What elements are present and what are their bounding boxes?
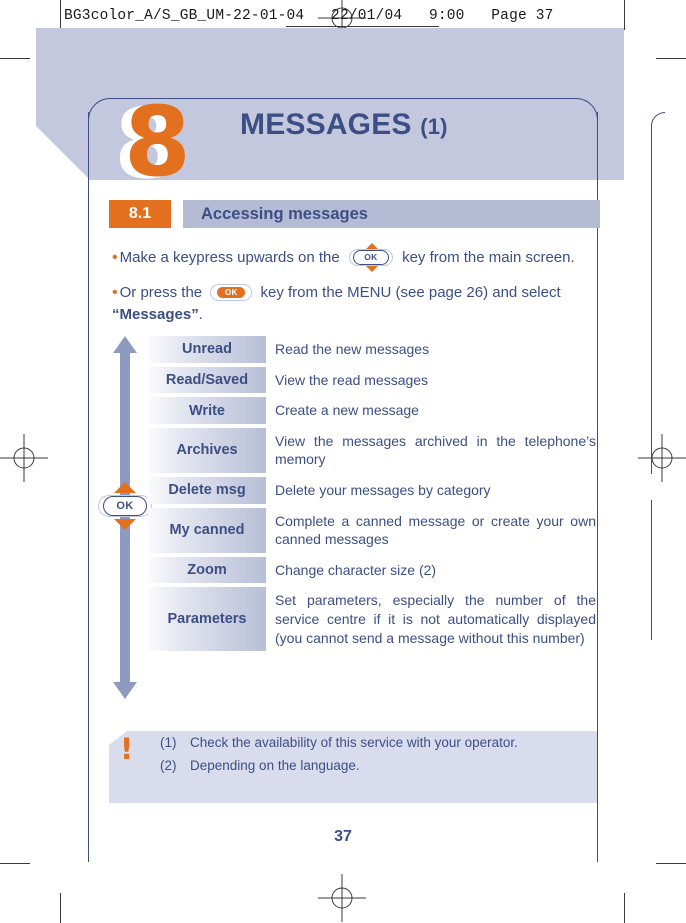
ok-navigation-key-icon[interactable]: OK — [348, 243, 393, 272]
menu-item-label: Parameters — [148, 587, 266, 652]
ok-select-key-icon[interactable]: OK — [98, 482, 152, 530]
nav-triangle-up-icon — [114, 482, 136, 493]
nav-triangle-down-icon — [114, 519, 136, 530]
footnote-number: (2) — [160, 757, 177, 773]
menu-item-description: Read the new messages — [275, 341, 430, 357]
menu-item-description: Complete a canned message or create your… — [266, 508, 596, 553]
menu-item-label: Zoom — [148, 556, 266, 584]
warning-exclamation-icon: ! — [120, 732, 134, 766]
crop-line-left-bottom — [0, 863, 30, 864]
menu-item-label: Read/Saved — [148, 366, 266, 394]
table-row[interactable]: Archives View the messages archived in t… — [148, 427, 596, 474]
chapter-title-text: MESSAGES — [240, 108, 412, 141]
page-frame-left-rule — [88, 112, 89, 862]
list-item: (1) Check the availability of this servi… — [160, 734, 585, 752]
page-frame-outer-right-cap — [651, 112, 665, 126]
crop-line-right-bottom — [656, 863, 686, 864]
footnote-number: (1) — [160, 735, 177, 750]
instruction-bullet-1-post: key from the main screen. — [402, 249, 575, 266]
page-title: MESSAGES (1) — [240, 108, 448, 142]
instruction-bullet-1-pre: Make a keypress upwards on the — [119, 249, 340, 266]
table-row[interactable]: Delete msg Delete your messages by categ… — [148, 477, 596, 504]
footnote-text: Depending on the language. — [190, 757, 360, 773]
menu-item-label: Unread — [148, 336, 266, 363]
crop-line-top-left — [60, 0, 61, 30]
ok-key-label: OK — [364, 252, 378, 263]
crop-line-left-top — [0, 58, 30, 59]
instruction-bullet-2-end: . — [198, 306, 203, 324]
messages-menu-name: “Messages” — [112, 306, 199, 324]
crop-line-bottom-right — [624, 893, 625, 923]
ok-press-key-icon[interactable]: OK — [210, 284, 253, 302]
menu-item-label: My canned — [148, 507, 266, 553]
print-slug-text: BG3color_A/S_GB_UM-22-01-04 22/01/04 9:0… — [64, 8, 554, 24]
page-frame-outer-right-lower-rule — [651, 500, 652, 640]
nav-ok-label: OK — [116, 500, 134, 512]
menu-item-label: Delete msg — [148, 477, 266, 504]
ok-press-key-label: OK — [225, 287, 238, 297]
arrow-down-icon — [113, 682, 137, 699]
table-row[interactable]: Parameters Set parameters, especially th… — [148, 587, 596, 652]
table-row[interactable]: Read/Saved View the read messages — [148, 366, 596, 394]
table-row[interactable]: Unread Read the new messages — [148, 336, 596, 363]
page-number: 37 — [334, 828, 352, 845]
menu-item-label: Archives — [148, 427, 266, 474]
registration-mark-right — [638, 434, 686, 482]
chapter-title-footnote-ref: (1) — [420, 114, 448, 139]
menu-item-description: View the read messages — [275, 371, 429, 388]
registration-mark-left — [0, 434, 48, 482]
table-row[interactable]: My canned Complete a canned message or c… — [148, 507, 596, 553]
menu-item-description: Delete your messages by category — [275, 482, 491, 499]
crop-line-top-right — [624, 0, 625, 30]
intro-instructions: • Make a keypress upwards on the OK key f… — [112, 243, 592, 338]
bullet-dot-icon-2: • — [112, 284, 118, 302]
triangle-down-icon — [365, 266, 378, 272]
footnote-text: Check the availability of this service w… — [190, 735, 518, 750]
menu-item-description-text: Set parameters, especially the number of… — [275, 592, 596, 646]
menu-item-description: View the messages archived in the teleph… — [266, 428, 596, 473]
instruction-bullet-2-post: key from the MENU (see page 26) and sele… — [260, 284, 561, 302]
bullet-dot-icon: • — [112, 249, 118, 266]
instruction-bullet-2-pre: Or press the — [119, 284, 203, 302]
messages-menu-table: Unread Read the new messages Read/Saved … — [148, 336, 596, 655]
registration-mark-bottom — [318, 874, 366, 922]
menu-item-label: Write — [148, 397, 266, 424]
instruction-bullet-2: • Or press the OK key from the MENU (see … — [112, 281, 592, 326]
footnote-list: (1) Check the availability of this servi… — [160, 734, 585, 780]
menu-item-description: Change character size (2) — [275, 561, 437, 578]
menu-item-description: Set parameters, especially the number of… — [266, 587, 596, 651]
menu-item-description-text: View the messages archived in the teleph… — [275, 432, 596, 468]
chapter-number: 8 — [124, 86, 191, 198]
menu-item-description-text: Complete a canned message or create your… — [275, 512, 596, 548]
slug-underline — [286, 26, 439, 27]
list-item: (2) Depending on the language. — [160, 757, 585, 775]
instruction-bullet-1: • Make a keypress upwards on the OK key f… — [112, 243, 592, 272]
section-gap — [171, 200, 183, 228]
section-number-badge: 8.1 — [109, 200, 171, 228]
crop-line-right-top — [656, 58, 686, 59]
table-row[interactable]: Zoom Change character size (2) — [148, 556, 596, 584]
page-frame-outer-right-rule — [651, 124, 652, 474]
crop-line-bottom-left — [60, 893, 61, 923]
menu-item-description: Create a new message — [275, 402, 419, 419]
table-row[interactable]: Write Create a new message — [148, 397, 596, 424]
section-title: Accessing messages — [183, 200, 600, 228]
section-heading: 8.1 Accessing messages — [109, 200, 600, 228]
